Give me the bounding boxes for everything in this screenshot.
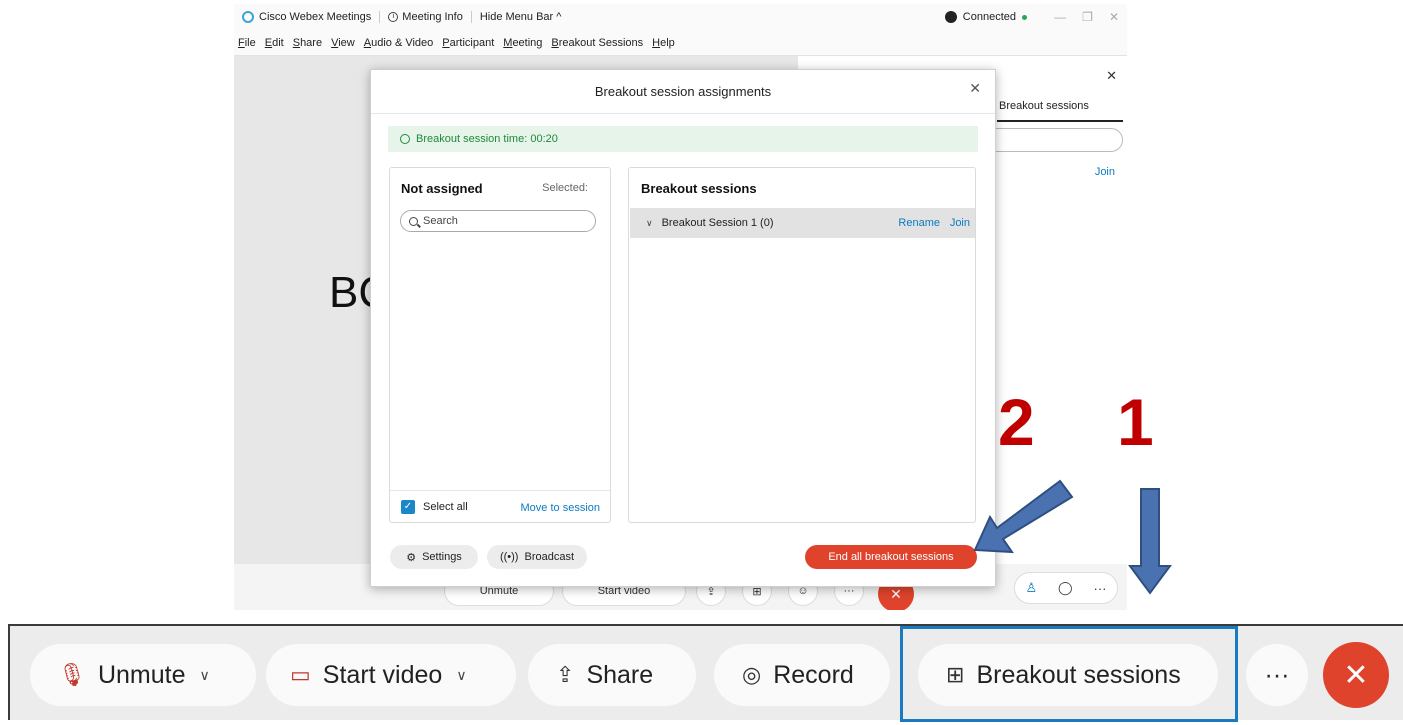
- arrow-to-end-button-icon: [973, 479, 1074, 554]
- start-video-label: Start video: [322, 660, 443, 689]
- unmute-label: Unmute: [97, 660, 186, 689]
- more-label: ···: [1264, 660, 1290, 689]
- end-call-icon[interactable]: ✕: [1323, 642, 1389, 708]
- record-icon: ◎: [742, 662, 762, 687]
- share-icon: ⇪: [556, 662, 575, 687]
- unmute-button[interactable]: 🎙 Unmute ∨: [30, 644, 256, 706]
- chevron-down-icon[interactable]: ∨: [456, 667, 466, 684]
- start-video-button[interactable]: ▭ Start video ∨: [266, 644, 516, 706]
- zoomed-toolbar: 🎙 Unmute ∨ ▭ Start video ∨ ⇪ Share ◎ Rec…: [8, 624, 1403, 722]
- video-off-icon: ▭: [290, 662, 311, 687]
- share-label: Share: [586, 660, 654, 689]
- record-label: Record: [773, 660, 854, 689]
- record-button[interactable]: ◎ Record: [714, 644, 890, 706]
- more-button[interactable]: ···: [1246, 644, 1308, 706]
- chevron-down-icon[interactable]: ∨: [199, 667, 209, 684]
- annotation-arrows: [973, 479, 1172, 595]
- arrow-down-to-toolbar-icon: [1128, 488, 1172, 595]
- highlight-box: [900, 626, 1238, 722]
- mic-muted-icon: 🎙: [58, 662, 86, 687]
- share-button[interactable]: ⇪ Share: [528, 644, 696, 706]
